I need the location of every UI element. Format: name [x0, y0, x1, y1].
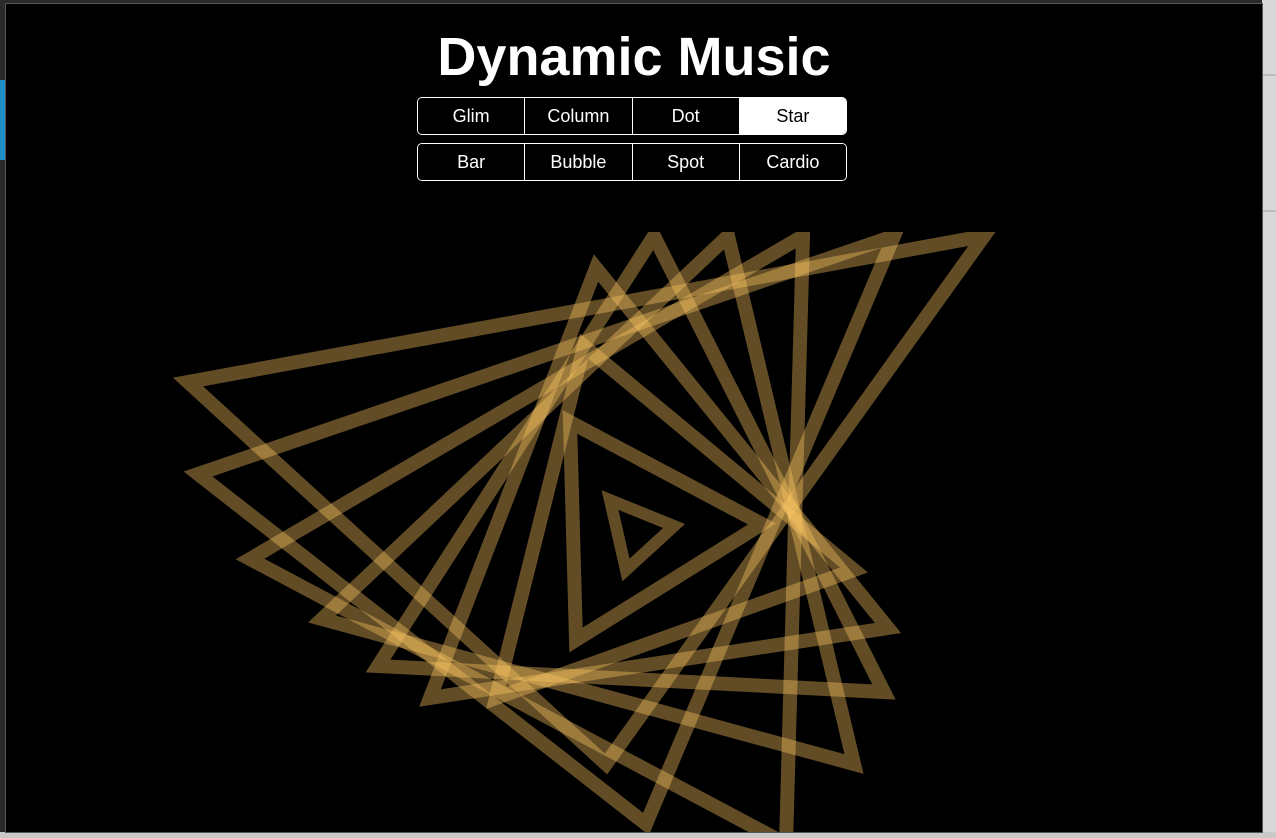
- mode-button-dot[interactable]: Dot: [632, 98, 740, 134]
- page-title: Dynamic Music: [437, 27, 831, 87]
- mode-button-bar[interactable]: Bar: [418, 144, 526, 180]
- app-window: Dynamic Music Glim Column Dot Star Bar B…: [6, 4, 1262, 832]
- mode-button-spot[interactable]: Spot: [632, 144, 740, 180]
- mode-button-star[interactable]: Star: [739, 98, 846, 134]
- mode-button-cardio[interactable]: Cardio: [739, 144, 846, 180]
- mode-button-bubble[interactable]: Bubble: [525, 144, 633, 180]
- star-visualizer-canvas: [172, 232, 996, 832]
- mode-selector-row-1: Glim Column Dot Star: [417, 97, 847, 135]
- mode-button-column[interactable]: Column: [525, 98, 633, 134]
- background-window-edge-right: [1262, 0, 1276, 838]
- mode-button-glim[interactable]: Glim: [418, 98, 526, 134]
- mode-selector-row-2: Bar Bubble Spot Cardio: [417, 143, 847, 181]
- background-taskbar-edge: [0, 832, 1276, 838]
- visualizer-triangle-9: [601, 490, 686, 582]
